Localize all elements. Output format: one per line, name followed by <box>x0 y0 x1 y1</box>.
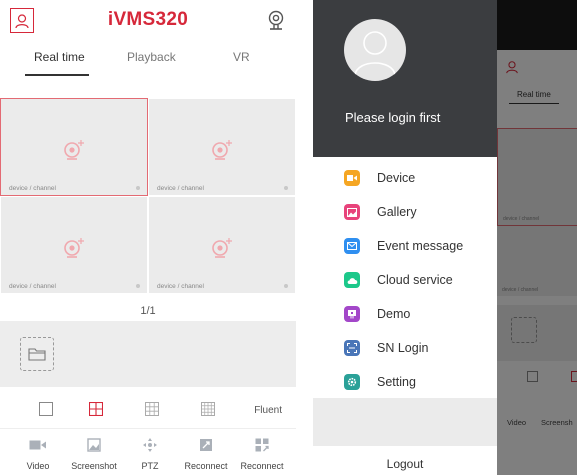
cloud-icon <box>344 272 360 288</box>
scan-icon <box>344 340 360 356</box>
side-drawer: Please login first Device Gallery Event … <box>313 0 497 475</box>
video-grid: device / channel device / channel device… <box>0 98 296 294</box>
drawer-screen: Real time device / channel device / chan… <box>313 0 577 475</box>
gallery-icon <box>344 204 360 220</box>
divider <box>0 428 296 429</box>
cell-channel-label: device / channel <box>9 283 56 290</box>
drawer-spacer <box>313 398 497 446</box>
menu-item-cloud-service[interactable]: Cloud service <box>313 264 497 294</box>
cell-channel-label: device / channel <box>157 185 204 192</box>
avatar[interactable] <box>344 19 406 81</box>
reconnect-all-icon <box>255 438 269 452</box>
stream-quality-selector[interactable]: Fluent <box>254 405 282 416</box>
ptz-button[interactable]: PTZ <box>120 438 180 471</box>
bottom-action-bar: Video Screenshot PTZ Reconnect Reconnect <box>0 438 296 475</box>
tab-vr[interactable]: VR <box>233 50 250 64</box>
page-indicator: 1/1 <box>140 305 156 317</box>
cell-status-dot <box>284 186 288 190</box>
login-prompt[interactable]: Please login first <box>345 110 440 125</box>
drawer-scrim[interactable] <box>497 0 577 475</box>
cell-channel-label: device / channel <box>157 283 204 290</box>
add-camera-icon[interactable] <box>266 9 286 31</box>
video-icon <box>29 440 46 450</box>
menu-item-setting[interactable]: Setting <box>313 366 497 396</box>
menu-item-device[interactable]: Device <box>313 162 497 192</box>
add-camera-icon <box>64 238 84 258</box>
gear-icon <box>344 374 360 390</box>
default-avatar-icon <box>354 31 396 76</box>
tab-real-time[interactable]: Real time <box>34 50 85 64</box>
demo-icon <box>344 306 360 322</box>
add-camera-icon <box>212 140 232 160</box>
screenshot-button[interactable]: Screenshot <box>64 438 124 471</box>
drawer-header: Please login first <box>313 0 497 157</box>
add-camera-icon <box>64 140 84 160</box>
view-tabs: Real time Playback VR <box>0 50 296 78</box>
video-button[interactable]: Video <box>8 438 68 471</box>
add-camera-icon <box>212 238 232 258</box>
message-icon <box>344 238 360 254</box>
logout-button[interactable]: Logout <box>313 457 497 471</box>
cell-status-dot <box>136 186 140 190</box>
video-cell[interactable]: device / channel <box>148 196 296 294</box>
video-cell[interactable]: device / channel <box>0 196 148 294</box>
device-folder-button[interactable] <box>20 337 54 371</box>
reconnect-all-button[interactable]: Reconnect <box>232 438 292 471</box>
reconnect-button[interactable]: Reconnect <box>176 438 236 471</box>
live-view-screen: iVMS320 Real time Playback VR device / c… <box>0 0 296 475</box>
layout-9-icon[interactable] <box>145 402 159 416</box>
screenshot-icon <box>87 438 101 452</box>
video-cell[interactable]: device / channel <box>148 98 296 196</box>
cell-channel-label: device / channel <box>9 185 56 192</box>
folder-icon <box>28 348 46 361</box>
menu-item-event-message[interactable]: Event message <box>313 230 497 260</box>
cell-status-dot <box>136 284 140 288</box>
menu-item-gallery[interactable]: Gallery <box>313 196 497 226</box>
cell-status-dot <box>284 284 288 288</box>
ptz-icon <box>143 438 157 452</box>
reconnect-icon <box>200 439 212 451</box>
layout-16-icon[interactable] <box>201 402 215 416</box>
layout-selector: Fluent <box>0 398 296 424</box>
active-tab-indicator <box>25 74 89 76</box>
app-title: iVMS320 <box>107 9 189 30</box>
menu-item-demo[interactable]: Demo <box>313 298 497 328</box>
menu-item-sn-login[interactable]: SN Login <box>313 332 497 362</box>
device-folder-bar <box>0 321 296 387</box>
layout-1-icon[interactable] <box>39 402 53 416</box>
device-icon <box>344 170 360 186</box>
tab-playback[interactable]: Playback <box>127 50 176 64</box>
app-header: iVMS320 <box>0 0 296 44</box>
layout-4-icon[interactable] <box>89 402 103 416</box>
video-cell[interactable]: device / channel <box>0 98 148 196</box>
